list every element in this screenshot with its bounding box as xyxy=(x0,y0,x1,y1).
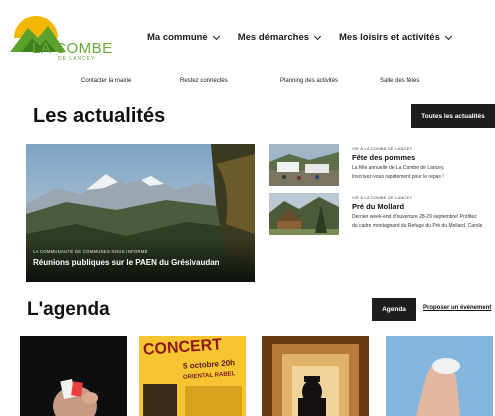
agenda-card[interactable]: CONCERT 5 octobre 20h ORIENTAL RABEL xyxy=(139,336,246,416)
magician-photo xyxy=(20,336,127,416)
feature-kicker: LA COMMUNAUTÉ DE COMMUNES NOUS INFORME xyxy=(33,249,148,254)
feature-title[interactable]: Réunions publiques sur le PAEN du Grésiv… xyxy=(33,258,220,267)
site-logo[interactable]: LA COMBE DE LANCEY xyxy=(8,8,128,64)
propose-event-link[interactable]: Proposer un évènement xyxy=(423,305,491,311)
nav-label: Mes loisirs et activités xyxy=(339,32,440,43)
news-desc-line: du cadre montagnard du Refuge du Pré du … xyxy=(352,222,483,229)
theatre-silhouette-photo xyxy=(262,336,369,416)
news-category: VIE À LA COMBE DE LANCEY xyxy=(352,195,413,200)
fete-pommes-photo xyxy=(269,144,339,186)
chevron-down-icon xyxy=(444,32,452,40)
news-desc-line: Inscrivez-vous rapidement pour le repas … xyxy=(352,173,444,180)
quick-links-bar: Contacter la mairie Restez connectés Pla… xyxy=(0,78,495,88)
news-description: La fête annuelle de La Combe de Lancey. … xyxy=(352,164,495,181)
featured-news-card[interactable]: LA COMMUNAUTÉ DE COMMUNES NOUS INFORME R… xyxy=(26,144,255,282)
agenda-card[interactable] xyxy=(262,336,369,416)
nav-label: Ma commune xyxy=(147,32,208,43)
quick-link-planning[interactable]: Planning des activités xyxy=(280,78,338,84)
agenda-card[interactable] xyxy=(20,336,127,416)
news-desc-line: La fête annuelle de La Combe de Lancey. xyxy=(352,165,445,171)
chevron-down-icon xyxy=(212,32,220,40)
news-section-title: Les actualités xyxy=(33,105,166,127)
quick-link-salle[interactable]: Salle des fêtes xyxy=(380,78,419,84)
news-item[interactable]: VIE À LA COMBE DE LANCEY Pré du Mollard … xyxy=(269,193,495,237)
hand-photo xyxy=(386,336,493,416)
quick-link-contact[interactable]: Contacter la mairie xyxy=(81,78,131,84)
quick-link-connected[interactable]: Restez connectés xyxy=(180,78,228,84)
nav-mes-demarches[interactable]: Mes démarches xyxy=(237,32,322,43)
news-title[interactable]: Pré du Mollard xyxy=(352,202,404,211)
main-navigation: Ma commune Mes démarches Mes loisirs et … xyxy=(147,32,470,43)
nav-ma-commune[interactable]: Ma commune xyxy=(147,32,220,43)
news-title[interactable]: Fête des pommes xyxy=(352,153,415,162)
news-item[interactable]: VIE À LA COMBE DE LANCEY Fête des pommes… xyxy=(269,144,495,188)
nav-label: Mes démarches xyxy=(237,32,310,43)
agenda-section-title: L'agenda xyxy=(27,299,110,320)
news-desc-line: Dernier week-end d'ouverture 28-29 septe… xyxy=(352,214,477,220)
news-description: Dernier week-end d'ouverture 28-29 septe… xyxy=(352,213,495,230)
pre-du-mollard-photo xyxy=(269,193,339,235)
news-category: VIE À LA COMBE DE LANCEY xyxy=(352,146,413,151)
chevron-down-icon xyxy=(313,32,322,40)
nav-mes-loisirs[interactable]: Mes loisirs et activités xyxy=(339,32,452,43)
agenda-button[interactable]: Agenda xyxy=(372,298,416,321)
all-news-button[interactable]: Toutes les actualités xyxy=(411,104,495,128)
agenda-card[interactable] xyxy=(386,336,493,416)
logo-name: LA COMBE xyxy=(32,40,113,57)
logo-subtitle: DE LANCEY xyxy=(58,56,96,62)
